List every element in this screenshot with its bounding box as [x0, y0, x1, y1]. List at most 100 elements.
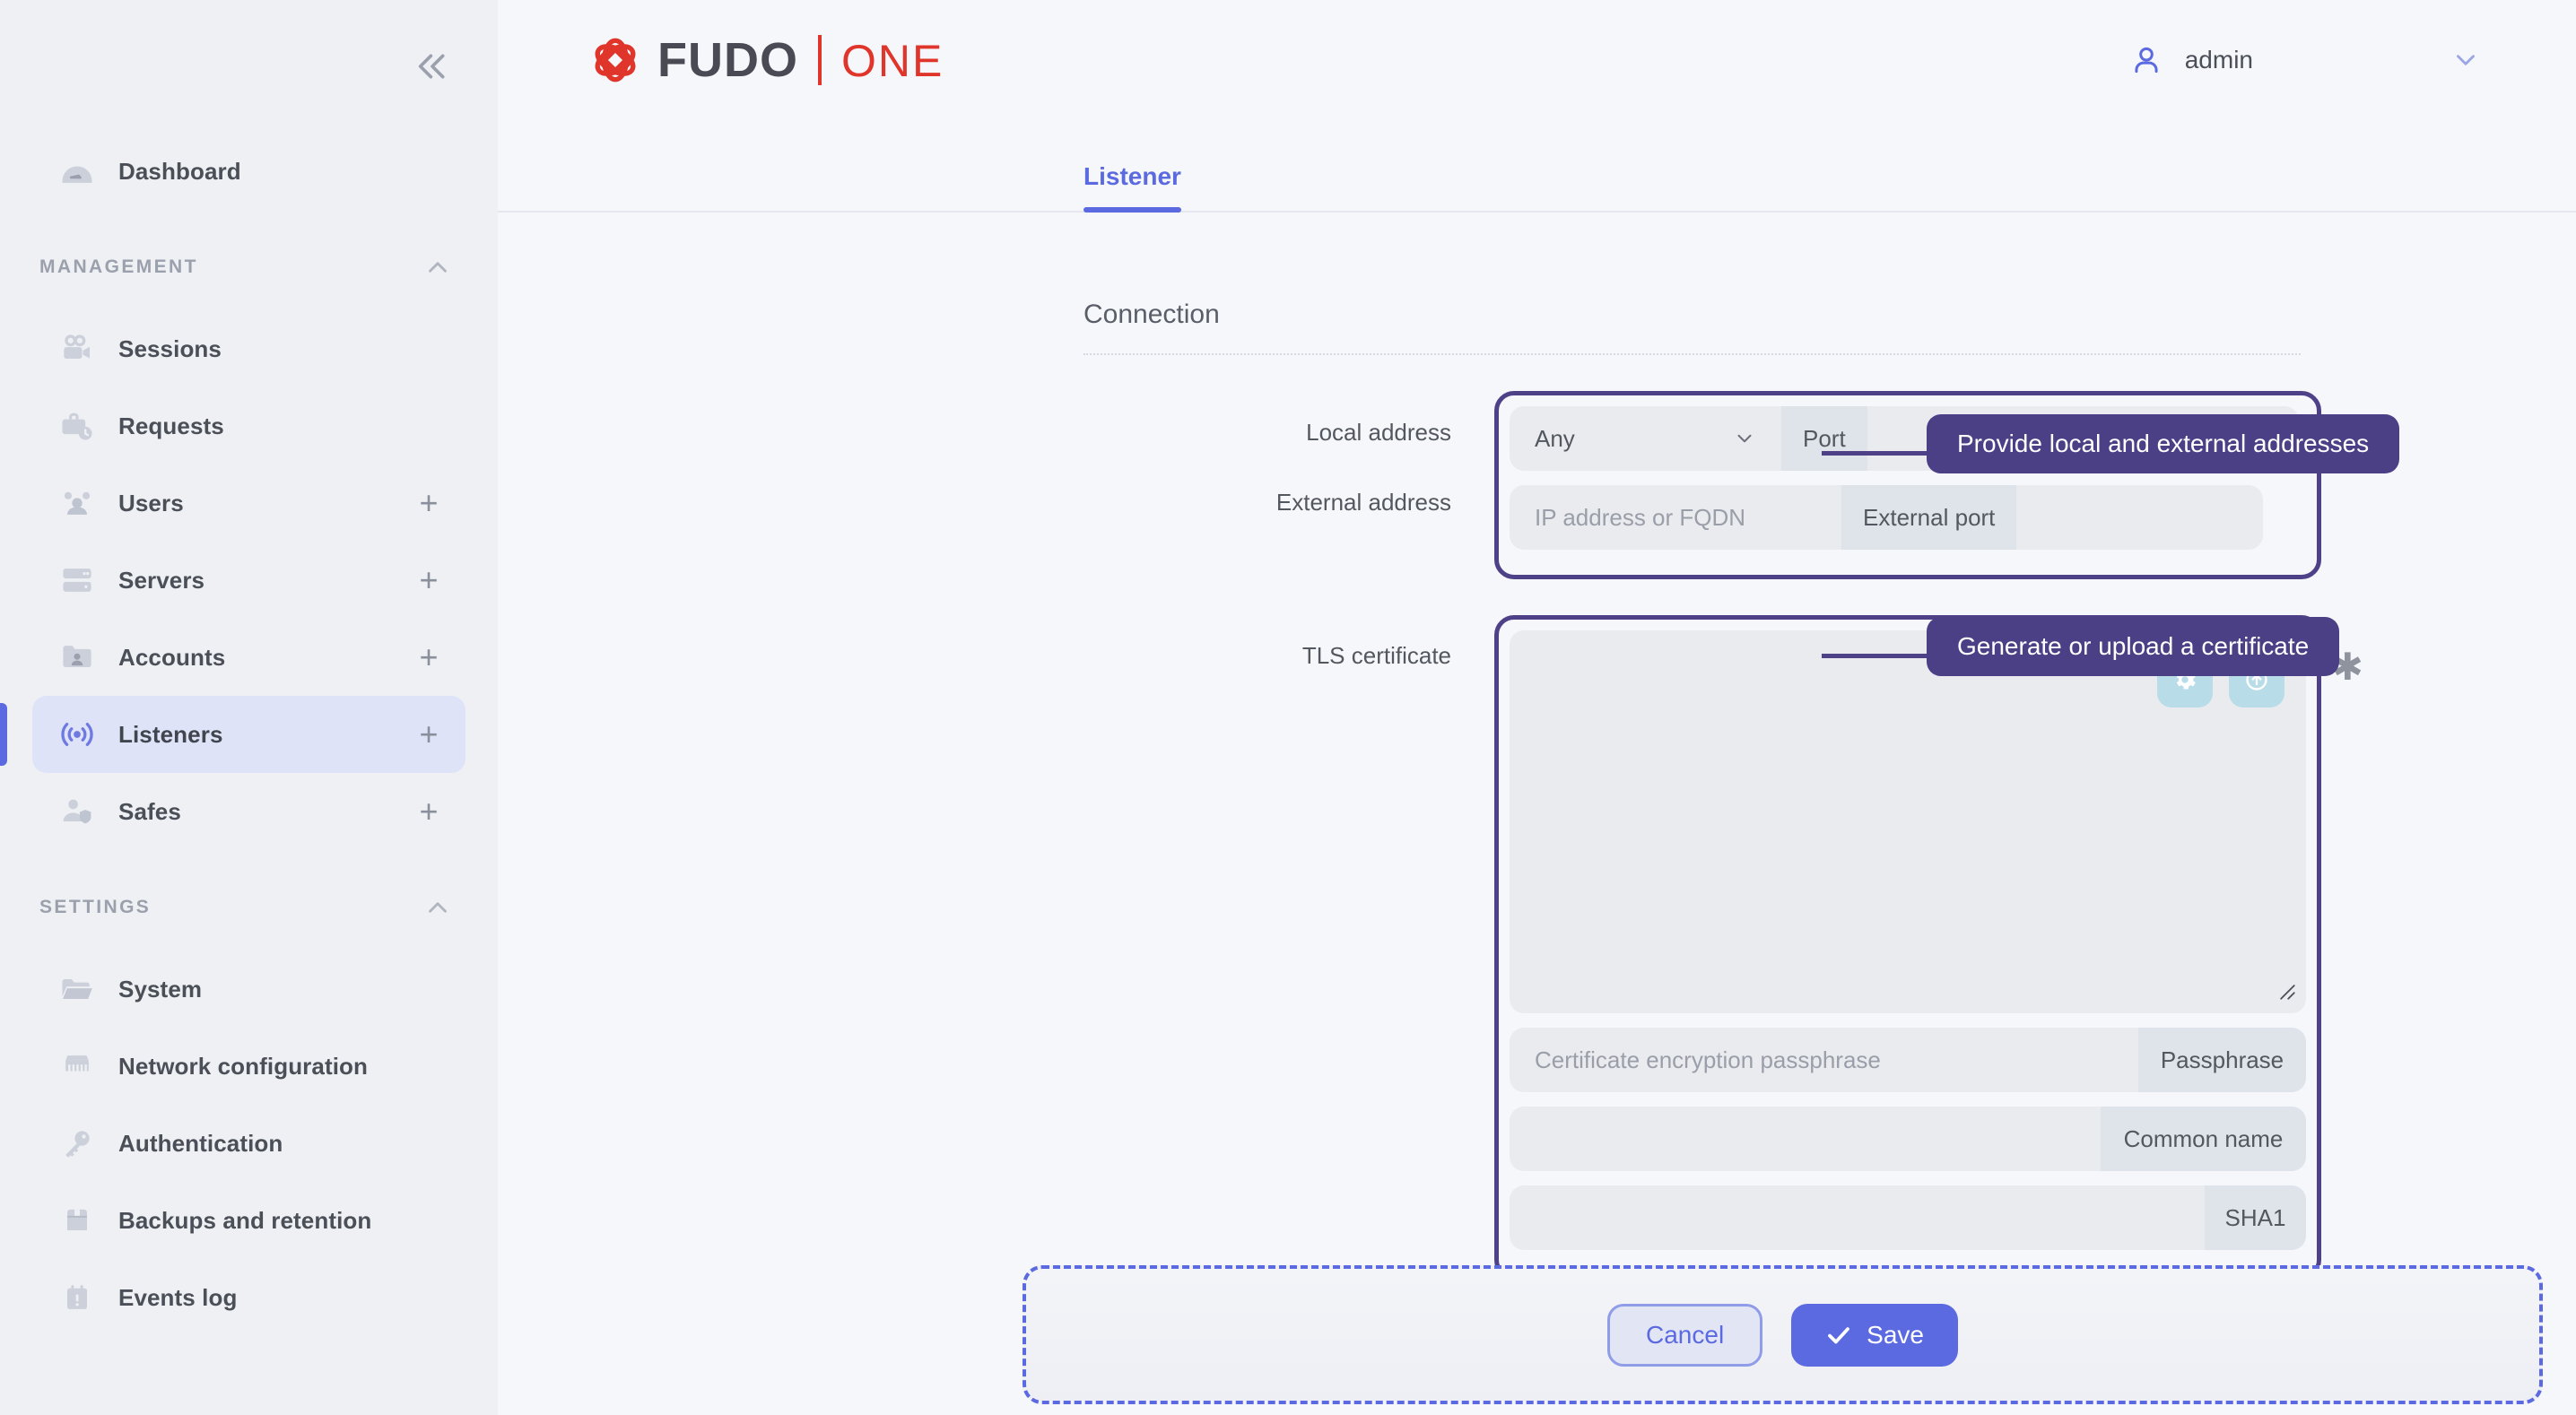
- sidebar-item-users[interactable]: Users +: [32, 464, 466, 542]
- tls-certificate-label: TLS certificate: [1301, 642, 1451, 669]
- sidebar-item-label: System: [118, 975, 203, 1003]
- sidebar-group-title: SETTINGS: [39, 897, 152, 917]
- sidebar-item-requests[interactable]: Requests: [32, 387, 466, 464]
- external-port-input[interactable]: [2016, 485, 2264, 550]
- external-port-addon-label: External port: [1841, 485, 2017, 550]
- sidebar-group-settings[interactable]: SETTINGS: [0, 864, 498, 951]
- content-area: Connection Local address External addres…: [498, 213, 2576, 1280]
- external-address-label: External address: [1275, 489, 1451, 516]
- user-shield-icon: [56, 790, 99, 833]
- callout-connector-addresses: [1822, 451, 1931, 456]
- tls-labels: TLS certificate: [1083, 615, 1494, 667]
- chevron-down-icon[interactable]: [2450, 45, 2481, 75]
- sidebar-item-label: Users: [118, 489, 184, 517]
- save-button[interactable]: Save: [1791, 1303, 1958, 1367]
- callout-text: Generate or upload a certificate: [1957, 632, 2310, 660]
- add-safe-button[interactable]: +: [413, 795, 444, 828]
- add-server-button[interactable]: +: [413, 564, 444, 596]
- tls-highlight-box: Passphrase Common name SHA1 ✱: [1494, 615, 2363, 1280]
- section-divider: [1083, 353, 2301, 355]
- user-menu[interactable]: admin: [2129, 43, 2481, 77]
- sidebar-item-events-log[interactable]: Events log: [32, 1259, 466, 1336]
- logo-primary-text: FUDO: [657, 32, 798, 87]
- add-account-button[interactable]: +: [413, 641, 444, 673]
- sidebar-item-authentication[interactable]: Authentication: [32, 1105, 466, 1182]
- sidebar-collapse-row: [0, 0, 498, 133]
- common-name-row: Common name: [1510, 1107, 2317, 1171]
- sidebar-item-label: Accounts: [118, 643, 226, 671]
- sidebar-item-dashboard[interactable]: Dashboard: [32, 133, 466, 210]
- network-port-icon: [56, 1045, 99, 1088]
- fingerprint-row: SHA1: [1510, 1185, 2317, 1250]
- logo-secondary-text: ONE: [840, 35, 944, 86]
- collapse-sidebar-button[interactable]: [412, 46, 453, 87]
- fudo-knot-logo-icon: [586, 30, 645, 90]
- address-labels: Local address External address: [1083, 391, 1494, 514]
- add-user-button[interactable]: +: [413, 487, 444, 519]
- resize-handle-icon[interactable]: [2274, 978, 2297, 1006]
- sidebar-item-label: Servers: [118, 566, 205, 594]
- callout-addresses: Provide local and external addresses: [1927, 414, 2400, 473]
- sidebar-group-management[interactable]: MANAGEMENT: [0, 224, 498, 310]
- common-name-input[interactable]: [1510, 1107, 2101, 1171]
- chevron-down-icon: [1733, 427, 1756, 450]
- sidebar-item-network-configuration[interactable]: Network configuration: [32, 1028, 466, 1105]
- sidebar-item-label: Dashboard: [118, 157, 241, 185]
- sidebar-item-label: Authentication: [118, 1129, 283, 1157]
- external-address-row: External port: [1510, 485, 2317, 550]
- sidebar-item-servers[interactable]: Servers +: [32, 542, 466, 619]
- sidebar-item-label: Sessions: [118, 334, 222, 362]
- sidebar-group-title: MANAGEMENT: [39, 256, 198, 277]
- user-name-label: admin: [2184, 45, 2253, 74]
- sidebar-item-label: Events log: [118, 1283, 238, 1311]
- tab-label: Listener: [1083, 162, 1181, 190]
- folder-user-icon: [56, 636, 99, 679]
- tls-certificate-textarea[interactable]: [1510, 630, 2306, 1013]
- save-label: Save: [1867, 1320, 1924, 1349]
- sidebar: Dashboard MANAGEMENT Sessions Requests U…: [0, 0, 498, 1415]
- local-address-select[interactable]: Any: [1510, 406, 1781, 471]
- main-area: FUDO ONE admin Listener Connection Local…: [498, 0, 2576, 1415]
- form-action-bar: Cancel Save: [1023, 1265, 2543, 1404]
- tab-bar: Listener: [498, 119, 2576, 213]
- passphrase-row: Passphrase: [1510, 1028, 2317, 1092]
- briefcase-clock-icon: [56, 404, 99, 447]
- passphrase-addon-label: Passphrase: [2138, 1028, 2306, 1092]
- sidebar-item-listeners[interactable]: Listeners +: [0, 696, 466, 773]
- sidebar-item-label: Network configuration: [118, 1052, 368, 1080]
- tls-certificate-field-group: TLS certificate Certificate encryption p…: [1083, 615, 2576, 1280]
- common-name-addon-label: Common name: [2101, 1107, 2306, 1171]
- cancel-button[interactable]: Cancel: [1607, 1303, 1763, 1367]
- fingerprint-addon-label: SHA1: [2205, 1185, 2306, 1250]
- local-address-label: Local address: [1306, 419, 1451, 446]
- local-port-addon-label: Port: [1781, 406, 1867, 471]
- fingerprint-input[interactable]: [1510, 1185, 2205, 1250]
- video-camera-icon: [56, 327, 99, 370]
- sidebar-item-label: Listeners: [118, 720, 223, 748]
- section-title-connection: Connection: [1083, 299, 1220, 329]
- sidebar-item-sessions[interactable]: Sessions: [32, 310, 466, 387]
- passphrase-input[interactable]: [1510, 1028, 2138, 1092]
- sidebar-item-label: Backups and retention: [118, 1206, 372, 1234]
- archive-box-icon: [56, 1199, 99, 1242]
- check-icon: [1825, 1322, 1852, 1349]
- callout-connector-certificate: [1822, 654, 1931, 658]
- sidebar-item-safes[interactable]: Safes +: [32, 773, 466, 850]
- sidebar-item-accounts[interactable]: Accounts +: [32, 619, 466, 696]
- chevron-up-icon[interactable]: [422, 252, 453, 282]
- app-root: Dashboard MANAGEMENT Sessions Requests U…: [0, 0, 2576, 1415]
- calendar-alert-icon: [56, 1276, 99, 1319]
- top-bar: FUDO ONE admin: [498, 0, 2576, 119]
- app-logo[interactable]: FUDO ONE: [586, 30, 944, 90]
- sidebar-item-system[interactable]: System: [32, 951, 466, 1028]
- users-icon: [56, 482, 99, 525]
- logo-separator: [817, 34, 822, 85]
- tab-listener[interactable]: Listener: [1083, 162, 1181, 213]
- add-listener-button[interactable]: +: [413, 718, 444, 751]
- sidebar-item-backups-and-retention[interactable]: Backups and retention: [32, 1182, 466, 1259]
- local-address-select-value: Any: [1535, 424, 1575, 452]
- external-host-input[interactable]: [1510, 485, 1841, 550]
- chevron-up-icon[interactable]: [422, 892, 453, 923]
